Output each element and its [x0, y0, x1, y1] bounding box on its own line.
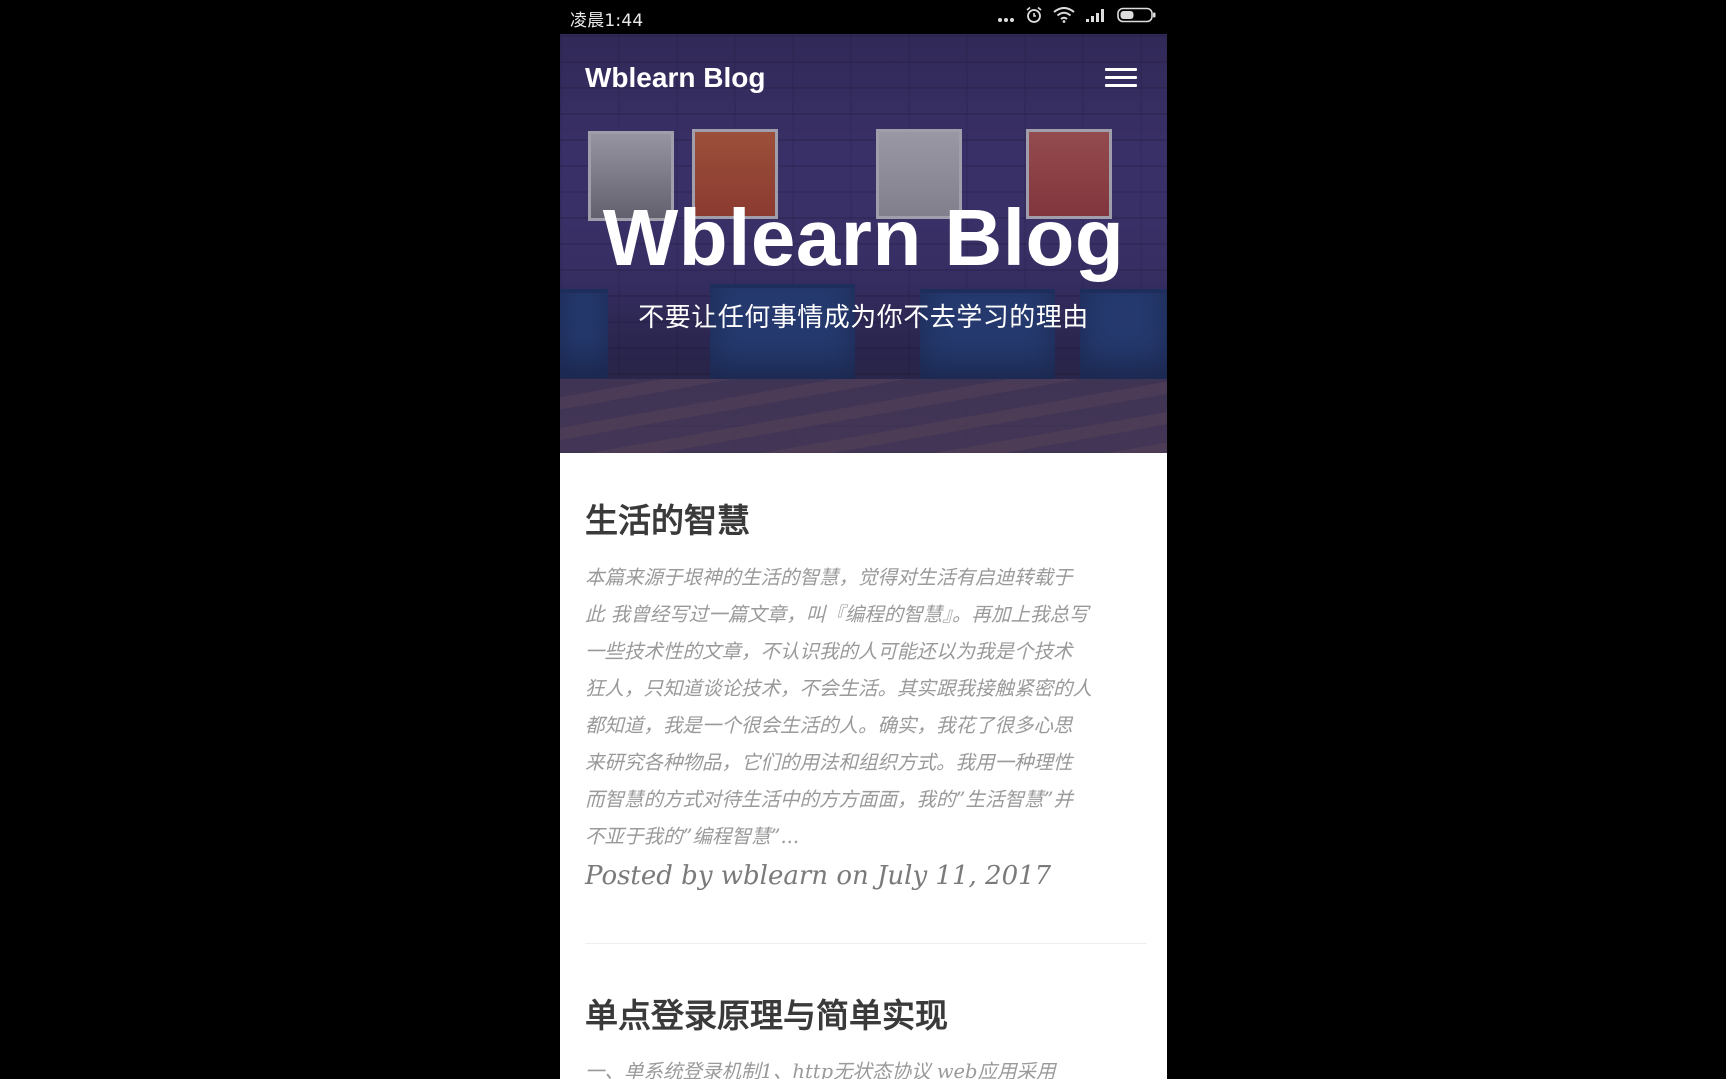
excerpt-line: 都知道，我是一个很会生活的人。确实，我花了很多心思	[585, 713, 1073, 737]
post-title[interactable]: 生活的智慧	[585, 501, 1147, 541]
hamburger-menu-icon[interactable]	[1105, 68, 1137, 92]
phone-screen: 凌晨1:44 Wblearn Blog Wblearn Blog 不要让任何事情…	[560, 0, 1167, 1079]
post-excerpt[interactable]: 本篇来源于垠神的生活的智慧，觉得对生活有启迪转载于 此 我曾经写过一篇文章，叫『…	[585, 559, 1147, 855]
excerpt-line: 本篇来源于垠神的生活的智慧，觉得对生活有启迪转载于	[585, 565, 1073, 589]
hero-header: Wblearn Blog Wblearn Blog 不要让任何事情成为你不去学习…	[560, 34, 1167, 453]
excerpt-line: 不亚于我的”编程智慧”...	[585, 824, 800, 848]
post-list: 生活的智慧 本篇来源于垠神的生活的智慧，觉得对生活有启迪转载于 此 我曾经写过一…	[585, 453, 1147, 1079]
post-divider	[585, 942, 1147, 944]
more-dots-icon	[997, 8, 1015, 27]
excerpt-line: 而智慧的方式对待生活中的方方面面，我的”生活智慧”并	[585, 787, 1073, 811]
excerpt-line: 此 我曾经写过一篇文章，叫『编程的智慧』。再加上我总写	[585, 602, 1089, 626]
battery-icon	[1117, 7, 1157, 27]
excerpt-line: 一些技术性的文章，不认识我的人可能还以为我是个技术	[585, 639, 1073, 663]
signal-icon	[1085, 7, 1107, 27]
status-bar: 凌晨1:44	[560, 0, 1167, 34]
navbar-brand[interactable]: Wblearn Blog	[585, 62, 765, 94]
wifi-icon	[1053, 7, 1075, 27]
post-preview[interactable]: 生活的智慧 本篇来源于垠神的生活的智慧，觉得对生活有启迪转载于 此 我曾经写过一…	[585, 501, 1147, 891]
excerpt-line: 一、单系统登录机制1、http无状态协议 web应用采用	[585, 1059, 1056, 1079]
hero-title: Wblearn Blog	[602, 193, 1125, 282]
excerpt-line: 狂人，只知道谈论技术，不会生活。其实跟我接触紧密的人	[585, 676, 1093, 700]
hero-subtitle: 不要让任何事情成为你不去学习的理由	[638, 303, 1089, 333]
alarm-icon	[1025, 6, 1043, 28]
post-excerpt[interactable]: 一、单系统登录机制1、http无状态协议 web应用采用	[585, 1053, 1147, 1079]
post-meta: Posted by wblearn on July 11, 2017	[585, 860, 1052, 891]
status-time: 凌晨1:44	[570, 11, 644, 31]
post-preview[interactable]: 单点登录原理与简单实现 一、单系统登录机制1、http无状态协议 web应用采用	[585, 989, 1147, 1079]
status-icons	[997, 6, 1157, 28]
excerpt-line: 来研究各种物品，它们的用法和组织方式。我用一种理性	[585, 750, 1073, 774]
post-title[interactable]: 单点登录原理与简单实现	[585, 989, 1147, 1037]
